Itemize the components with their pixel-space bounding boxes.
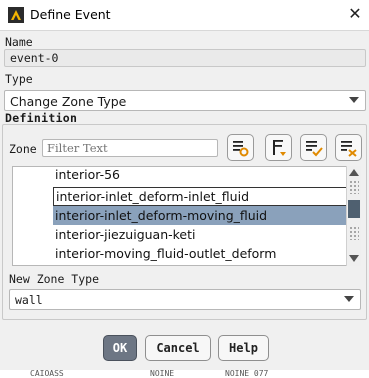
type-dropdown[interactable]: Change Zone Type: [4, 90, 366, 111]
name-field[interactable]: event-0: [4, 49, 366, 67]
new-zone-type-label: New Zone Type: [9, 272, 100, 286]
select-zone-icon: [233, 141, 249, 157]
type-label: Type: [5, 72, 33, 86]
title-bar: Define Event ✕: [0, 0, 369, 30]
filter-text-input[interactable]: [47, 141, 213, 155]
filter-list-icon: [273, 140, 286, 156]
list-item[interactable]: interior-inlet_deform-moving_fluid: [53, 206, 348, 225]
list-item[interactable]: interior-moving_fluid-outlet_deform: [53, 244, 348, 263]
filter-list-button[interactable]: [265, 134, 292, 161]
zone-label: Zone: [9, 142, 37, 156]
list-item[interactable]: interior-56: [53, 165, 348, 184]
definition-group-title: Definition: [5, 111, 78, 125]
background-text: CAIOASS: [30, 370, 64, 378]
background-text: NOINE 077: [225, 370, 269, 378]
new-zone-type-value: wall: [15, 293, 43, 307]
background-text: NOINE: [150, 370, 175, 378]
type-value: Change Zone Type: [10, 94, 127, 109]
new-zone-type-dropdown[interactable]: wall: [9, 289, 361, 310]
select-all-icon: [306, 141, 323, 157]
list-item[interactable]: interior-inlet_deform-inlet_fluid: [53, 187, 348, 206]
scroll-track: [349, 226, 359, 240]
filter-field[interactable]: [42, 139, 218, 157]
help-button[interactable]: Help: [218, 335, 269, 361]
name-label: Name: [5, 35, 33, 49]
scroll-thumb[interactable]: [348, 200, 360, 218]
select-zone-button[interactable]: [227, 134, 254, 161]
name-value: event-0: [10, 51, 59, 65]
cancel-button[interactable]: Cancel: [145, 335, 211, 361]
scroll-down-icon[interactable]: [349, 255, 359, 262]
deselect-all-icon: [341, 141, 357, 157]
scroll-up-icon[interactable]: [349, 169, 359, 176]
ansys-fluent-icon: [8, 7, 24, 23]
chevron-down-icon: [349, 97, 359, 103]
deselect-all-button[interactable]: [335, 134, 362, 161]
scroll-track: [349, 180, 359, 194]
list-item[interactable]: interior-jiezuiguan-keti: [53, 225, 348, 244]
background-window-strip: CAIOASS NOINE NOINE 077: [0, 370, 369, 378]
chevron-down-icon: [344, 296, 354, 302]
zone-list[interactable]: interior-56 interior-inlet_deform-inlet_…: [12, 166, 361, 266]
zone-list-scrollbar[interactable]: [346, 166, 361, 266]
close-icon[interactable]: ✕: [345, 4, 365, 24]
select-all-button[interactable]: [300, 134, 327, 161]
ok-button[interactable]: OK: [103, 335, 137, 361]
dialog-title: Define Event: [30, 7, 111, 22]
